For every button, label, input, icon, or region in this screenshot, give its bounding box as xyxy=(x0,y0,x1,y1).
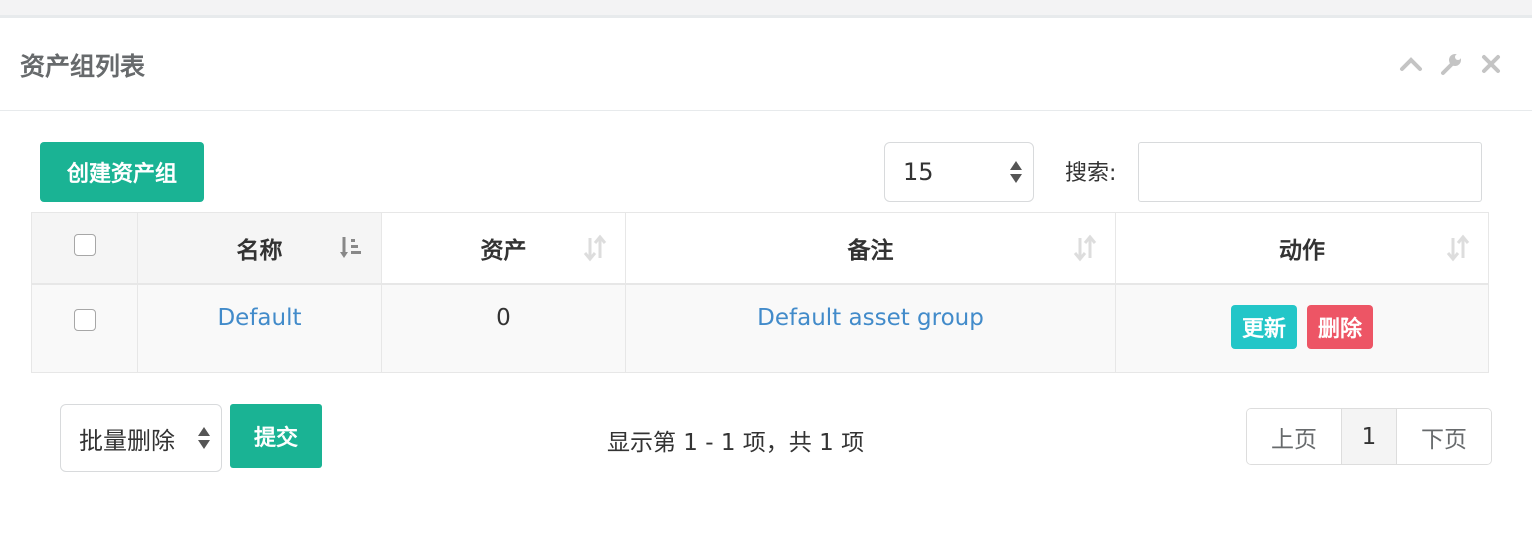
update-button[interactable]: 更新 xyxy=(1230,304,1297,349)
column-header-assets[interactable]: 资产 xyxy=(381,212,626,285)
table-header-row: 名称 资产 备注 动作 xyxy=(31,212,1489,285)
name-cell: Default xyxy=(137,283,382,373)
actions-cell: 更新 删除 xyxy=(1115,283,1489,373)
table-row: Default 0 Default asset group 更新 删除 xyxy=(31,283,1489,373)
row-select-cell xyxy=(31,283,138,373)
sort-both-icon xyxy=(1446,234,1470,262)
pagination: 上页 1 下页 xyxy=(1246,408,1492,465)
select-all-cell xyxy=(31,212,138,285)
asset-group-name-link[interactable]: Default xyxy=(217,305,301,331)
sort-both-icon xyxy=(1073,234,1097,262)
bulk-action-value: 批量删除 xyxy=(79,426,175,455)
asset-group-table: 名称 资产 备注 动作 Default 0 Default asset grou… xyxy=(31,212,1489,373)
next-page-button[interactable]: 下页 xyxy=(1397,409,1491,464)
panel-tools xyxy=(1398,51,1504,77)
search-label: 搜索: xyxy=(1065,161,1117,186)
column-header-actions[interactable]: 动作 xyxy=(1115,212,1489,285)
sort-both-icon xyxy=(583,234,607,262)
column-header-comment[interactable]: 备注 xyxy=(625,212,1116,285)
assets-cell: 0 xyxy=(381,283,626,373)
select-all-checkbox[interactable] xyxy=(73,233,96,256)
chevron-up-icon xyxy=(1400,57,1422,71)
config-button[interactable] xyxy=(1438,51,1464,77)
panel-title: 资产组列表 xyxy=(20,52,146,81)
submit-button[interactable]: 提交 xyxy=(230,404,322,468)
page-size-select[interactable]: 15 xyxy=(884,142,1034,202)
panel-header: 资产组列表 xyxy=(0,21,1532,111)
close-button[interactable] xyxy=(1478,51,1504,77)
create-asset-group-button[interactable]: 创建资产组 xyxy=(40,142,204,202)
delete-button[interactable]: 删除 xyxy=(1307,304,1374,349)
prev-page-button[interactable]: 上页 xyxy=(1247,409,1342,464)
select-arrows-icon xyxy=(198,427,210,449)
comment-cell: Default asset group xyxy=(625,283,1116,373)
wrench-icon xyxy=(1441,54,1461,75)
comment-link[interactable]: Default asset group xyxy=(757,305,984,331)
page-size-value: 15 xyxy=(903,158,934,186)
top-strip xyxy=(0,0,1532,18)
close-icon xyxy=(1482,55,1500,73)
column-header-name[interactable]: 名称 xyxy=(137,212,382,285)
collapse-button[interactable] xyxy=(1398,51,1424,77)
sort-asc-icon xyxy=(340,236,361,258)
bulk-action-select[interactable]: 批量删除 xyxy=(60,404,222,472)
search-input[interactable] xyxy=(1138,142,1482,202)
row-checkbox[interactable] xyxy=(73,308,96,331)
select-arrows-icon xyxy=(1010,161,1022,183)
page-button-1[interactable]: 1 xyxy=(1342,409,1397,464)
asset-group-panel: 资产组列表 创建资产组 15 搜索: 名称 资产 备注 动作 Default 0… xyxy=(0,21,1532,550)
table-info: 显示第 1 - 1 项，共 1 项 xyxy=(607,430,865,456)
